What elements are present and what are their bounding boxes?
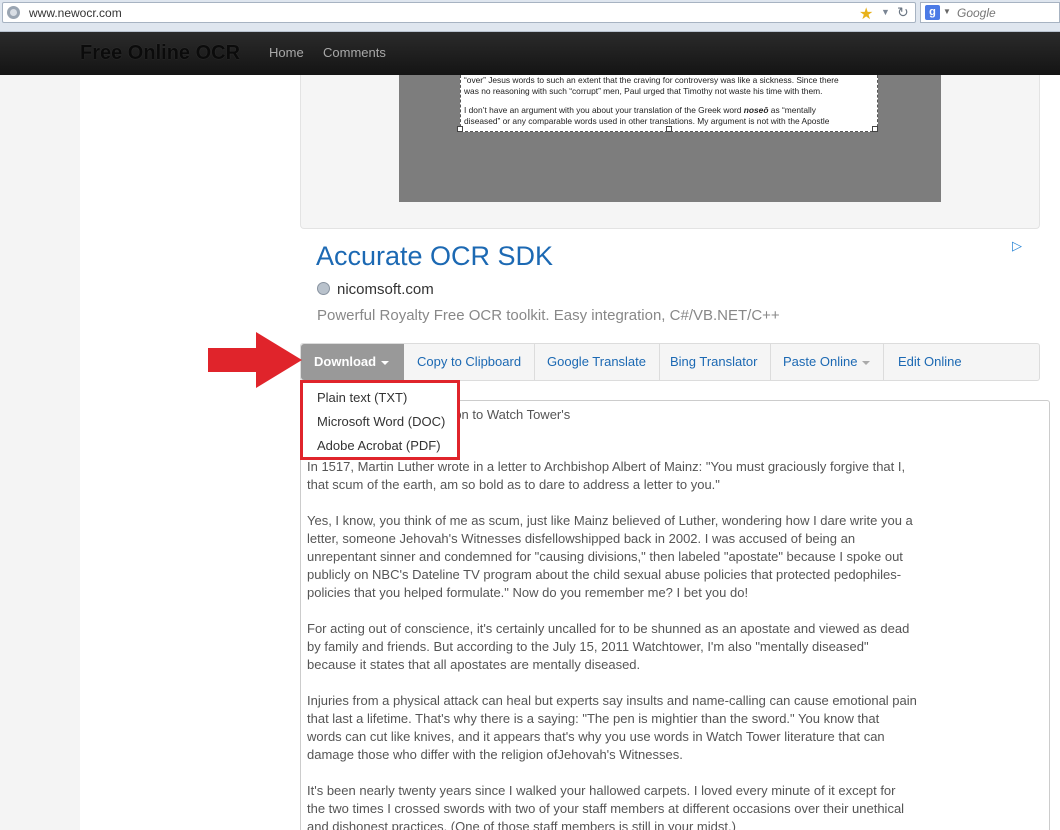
bing-translator-button[interactable]: Bing Translator	[657, 344, 772, 380]
preview-line-b: was no reasoning with such “corrupt” men…	[464, 86, 823, 96]
site-globe-icon	[7, 6, 20, 19]
red-arrow-icon	[208, 332, 302, 388]
paste-online-label: Paste Online	[783, 354, 858, 369]
preview-line-c-end: as “mentally	[768, 105, 816, 115]
edit-online-button[interactable]: Edit Online	[885, 344, 975, 380]
menu-item-doc[interactable]: Microsoft Word (DOC)	[317, 414, 445, 429]
result-toolbar: Download Copy to Clipboard Google Transl…	[300, 343, 1040, 381]
page-content: “over” Jesus words to such an extent tha…	[80, 75, 1060, 830]
google-translate-button[interactable]: Google Translate	[534, 344, 661, 380]
result-paragraph: Injuries from a physical attack can heal…	[307, 693, 917, 762]
bookmark-star-icon[interactable]: ★	[859, 4, 873, 24]
google-search-engine-icon[interactable]: g	[925, 5, 940, 20]
preview-line-d: diseased” or any comparable words used i…	[464, 116, 830, 126]
ad-description: Powerful Royalty Free OCR toolkit. Easy …	[317, 307, 780, 324]
chevron-down-icon	[862, 360, 871, 365]
adchoices-icon[interactable]: ▷	[1012, 238, 1022, 254]
reload-icon[interactable]: ↻	[897, 4, 909, 21]
chevron-down-icon	[381, 360, 390, 365]
result-paragraph: Yes, I know, you think of me as scum, ju…	[307, 513, 913, 600]
ocr-result-text[interactable]: o Anderson to Watch Tower's In 1517, Mar…	[300, 400, 1050, 830]
history-dropdown-icon[interactable]: ▼	[881, 7, 890, 17]
selection-region[interactable]: “over” Jesus words to such an extent tha…	[460, 75, 878, 132]
preview-line-a: “over” Jesus words to such an extent tha…	[464, 75, 839, 85]
ad-title[interactable]: Accurate OCR SDK	[316, 241, 553, 272]
address-bar[interactable]: www.newocr.com ★ ▼ ↻	[2, 2, 916, 23]
image-preview-panel: “over” Jesus words to such an extent tha…	[300, 75, 1040, 229]
paste-online-button[interactable]: Paste Online	[770, 344, 885, 380]
download-menu: Plain text (TXT) Microsoft Word (DOC) Ad…	[300, 380, 460, 460]
result-body: In 1517, Martin Luther wrote in a letter…	[307, 458, 917, 830]
image-canvas[interactable]: “over” Jesus words to such an extent tha…	[399, 75, 941, 202]
site-navbar: Free Online OCR Home Comments	[0, 32, 1060, 75]
download-label: Download	[314, 354, 377, 369]
address-text[interactable]: www.newocr.com	[29, 6, 122, 20]
copy-to-clipboard-button[interactable]: Copy to Clipboard	[404, 344, 536, 380]
result-paragraph: For acting out of conscience, it's certa…	[307, 621, 910, 672]
menu-item-pdf[interactable]: Adobe Acrobat (PDF)	[317, 438, 441, 453]
crop-handle-bottom[interactable]	[666, 126, 672, 132]
preview-greek-word: noseō	[743, 105, 769, 115]
site-brand[interactable]: Free Online OCR	[80, 42, 240, 65]
engine-dropdown-icon[interactable]: ▼	[943, 7, 951, 16]
search-placeholder[interactable]: Google	[957, 6, 996, 20]
preview-line-c-start: I don’t have an argument with you about …	[464, 105, 744, 115]
search-box[interactable]: g ▼ Google	[920, 2, 1060, 23]
nav-home[interactable]: Home	[269, 45, 304, 60]
result-paragraph: It's been nearly twenty years since I wa…	[307, 783, 905, 830]
download-button[interactable]: Download	[301, 344, 404, 380]
browser-toolbar: www.newocr.com ★ ▼ ↻ g ▼ Google	[0, 0, 1060, 32]
ad-globe-icon	[317, 282, 330, 295]
ad-url[interactable]: nicomsoft.com	[337, 281, 434, 298]
result-paragraph: In 1517, Martin Luther wrote in a letter…	[307, 459, 906, 492]
crop-handle-bl[interactable]	[457, 126, 463, 132]
menu-item-txt[interactable]: Plain text (TXT)	[317, 390, 407, 405]
crop-handle-br[interactable]	[872, 126, 878, 132]
nav-comments[interactable]: Comments	[323, 45, 386, 60]
